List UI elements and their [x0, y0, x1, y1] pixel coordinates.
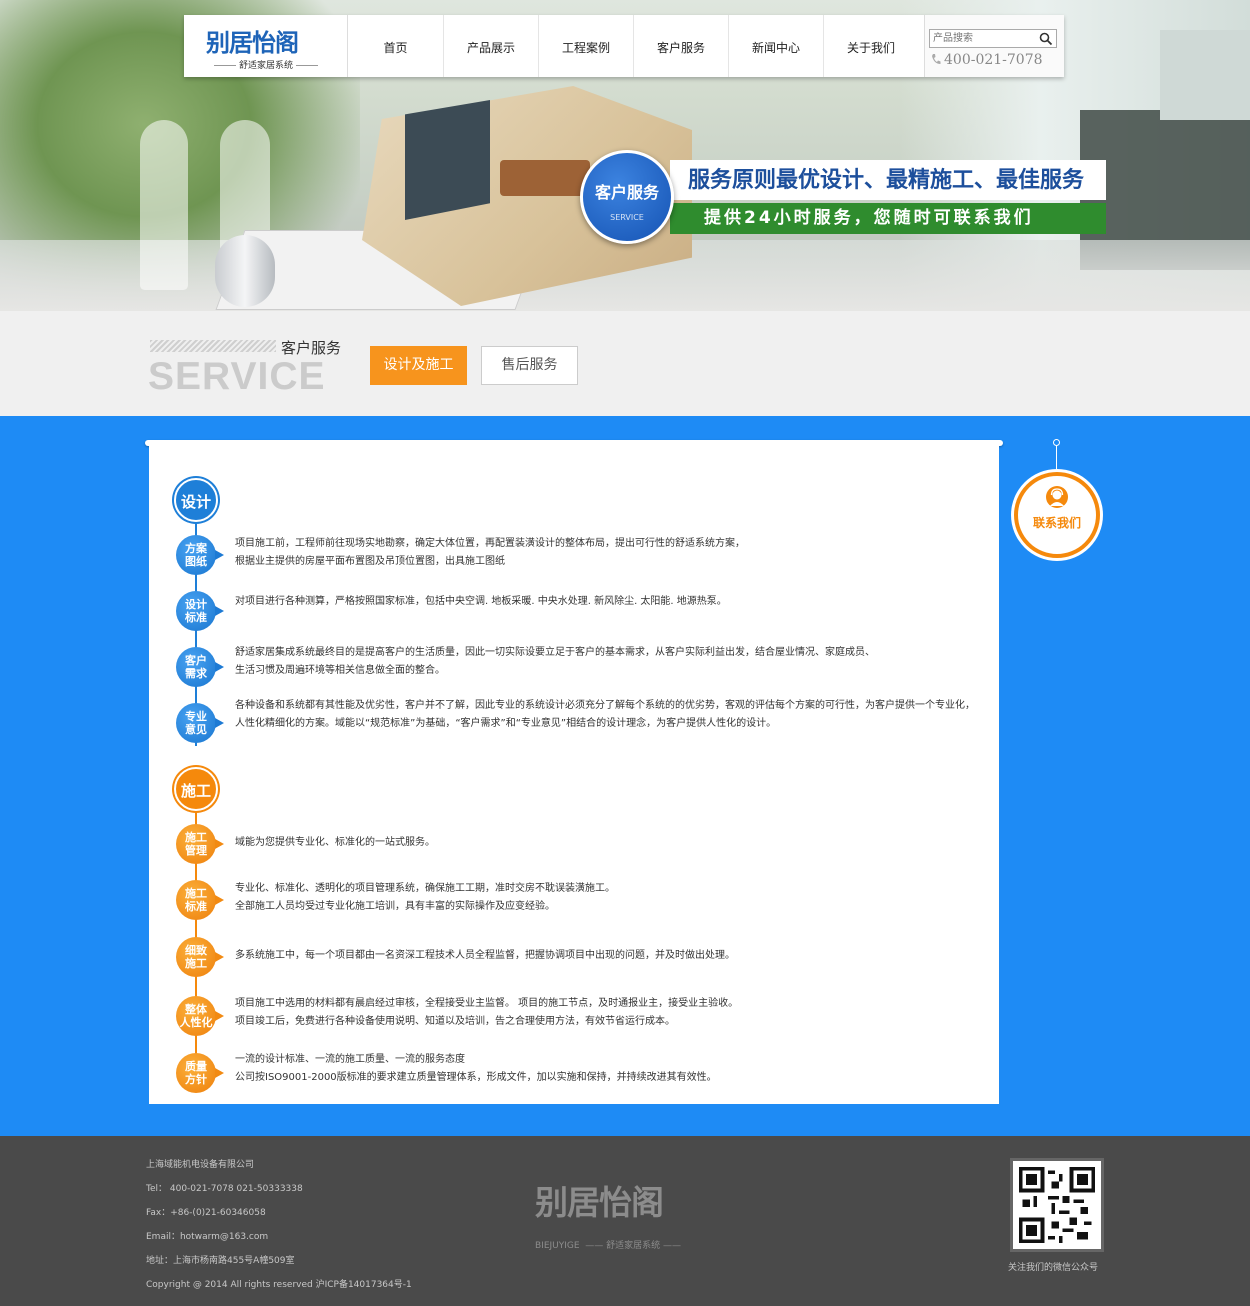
- logo[interactable]: 别居怡阁 舒适家居系统: [184, 15, 348, 77]
- window-image: [1160, 30, 1250, 120]
- logo-tagline: 舒适家居系统: [198, 58, 334, 71]
- row-text: 域能为您提供专业化、标准化的一站式服务。: [235, 837, 435, 848]
- search-input[interactable]: [933, 31, 1033, 46]
- phone-number: 400-021-7078: [931, 52, 1043, 68]
- row-text: 项目施工前，工程师前往现场实地勘察，确定大体位置，再配置装潢设计的整体布局，提出…: [235, 538, 745, 567]
- nav-item-products[interactable]: 产品展示: [443, 15, 538, 77]
- wechat-qr-code: [1010, 1158, 1104, 1252]
- main-nav: 首页 产品展示 工程案例 客户服务 新闻中心 关于我们: [348, 15, 918, 77]
- nav-item-cases[interactable]: 工程案例: [538, 15, 633, 77]
- row-text: 项目施工中选用的材料都有晨启经过审核，全程接受业主监督。 项目的施工节点，及时通…: [235, 998, 739, 1027]
- row-text: 多系统施工中，每一个项目都由一名资深工程技术人员全程监督，把握协调项目中出现的问…: [235, 950, 735, 961]
- design-scheme-icon: 方案 图纸: [176, 535, 224, 575]
- page-title-en: SERVICE: [148, 355, 326, 398]
- service-header: 客户服务 SERVICE 设计及施工 售后服务: [0, 311, 1250, 416]
- footer-tel: Tel： 400-021-7078 021-50333338: [146, 1184, 303, 1194]
- row-text: 各种设备和系统都有其性能及优劣性，客户并不了解，因此专业的系统设计必须充分了解每…: [235, 700, 975, 729]
- qr-caption: 关注我们的微信公众号: [1008, 1263, 1099, 1273]
- row-text: 一流的设计标准、一流的施工质量、一流的服务态度 公司按ISO9001-2000版标…: [235, 1054, 717, 1083]
- service-badge: 客户服务 SERVICE: [580, 150, 674, 244]
- construction-management-icon: 施工 管理: [176, 824, 224, 864]
- nav-item-home[interactable]: 首页: [348, 15, 443, 77]
- search-box: [929, 29, 1057, 48]
- contact-string: [1056, 442, 1057, 472]
- tab-after-sales[interactable]: 售后服务: [481, 346, 578, 385]
- footer-logo-tagline: BIEJUYIGE —— 舒适家居系统 ——: [535, 1241, 682, 1251]
- slogan-principle: 服务原则最优设计、最精施工、最佳服务: [670, 160, 1106, 200]
- sofa-image: [500, 160, 590, 196]
- blueprint-roll-image: [215, 235, 275, 307]
- tab-design-construction[interactable]: 设计及施工: [370, 346, 467, 385]
- contact-label: 联系我们: [1032, 516, 1081, 530]
- overall-humanized-icon: 整体 人性化: [176, 996, 224, 1036]
- quality-policy-icon: 质量 方针: [176, 1053, 224, 1093]
- site-footer: 上海域能机电设备有限公司 Tel： 400-021-7078 021-50333…: [0, 1136, 1250, 1306]
- footer-email[interactable]: Email：hotwarm@163.com: [146, 1229, 268, 1242]
- contact-us-button[interactable]: 联系我们: [1014, 472, 1100, 558]
- service-badge-title: 客户服务: [594, 183, 659, 202]
- nav-item-news[interactable]: 新闻中心: [728, 15, 823, 77]
- stripe-decoration: [150, 340, 276, 352]
- row-text: 专业化、标准化、透明化的项目管理系统，确保施工工期，准时交房不耽误装潢施工。 全部…: [235, 883, 615, 912]
- person-silhouette: [140, 120, 188, 290]
- design-standard-icon: 设计 标准: [176, 591, 224, 631]
- section-construction: 施工: [174, 767, 218, 811]
- search-area: 400-021-7078: [924, 15, 1064, 77]
- logo-wordmark: 别居怡阁: [206, 29, 299, 57]
- qr-code-image: [1019, 1167, 1095, 1243]
- contact-pin: [1053, 439, 1060, 446]
- footer-company: 上海域能机电设备有限公司: [146, 1160, 255, 1170]
- content-panel: 设计 方案 图纸 项目施工前，工程师前往现场实地勘察，确定大体位置，再配置装潢设计…: [149, 445, 999, 1104]
- footer-address: 地址：上海市杨南路455号A幢509室: [146, 1256, 295, 1266]
- footer-copyright: Copyright @ 2014 All rights reserved 沪IC…: [146, 1280, 412, 1290]
- site-header: 别居怡阁 舒适家居系统 首页 产品展示 工程案例 客户服务 新闻中心 关于我们 …: [184, 15, 1064, 77]
- row-text: 对项目进行各种测算，严格按照国家标准，包括中央空调. 地板采暖. 中央水处理. …: [235, 596, 727, 607]
- detailed-construction-icon: 细致 施工: [176, 937, 224, 977]
- snow-window-image: [405, 100, 490, 220]
- nav-item-about[interactable]: 关于我们: [823, 15, 918, 77]
- service-badge-en: SERVICE: [610, 213, 644, 222]
- phone-icon: [932, 54, 941, 64]
- footer-fax: Fax：+86-(0)21-60346058: [146, 1208, 266, 1218]
- search-icon[interactable]: [1039, 32, 1053, 46]
- expert-opinion-icon: 专业 意见: [176, 703, 224, 743]
- support-agent-icon: [1046, 486, 1068, 508]
- nav-item-service[interactable]: 客户服务: [633, 15, 728, 77]
- section-design: 设计: [174, 478, 218, 522]
- customer-need-icon: 客户 需求: [176, 647, 224, 687]
- slogan-24h: 提供24小时服务，您随时可联系我们: [670, 203, 1106, 234]
- construction-standard-icon: 施工 标准: [176, 880, 224, 920]
- footer-logo: 别居怡阁: [535, 1183, 664, 1222]
- row-text: 舒适家居集成系统最终目的是提高客户的生活质量，因此一切实际设要立足于客户的基本需…: [235, 647, 875, 676]
